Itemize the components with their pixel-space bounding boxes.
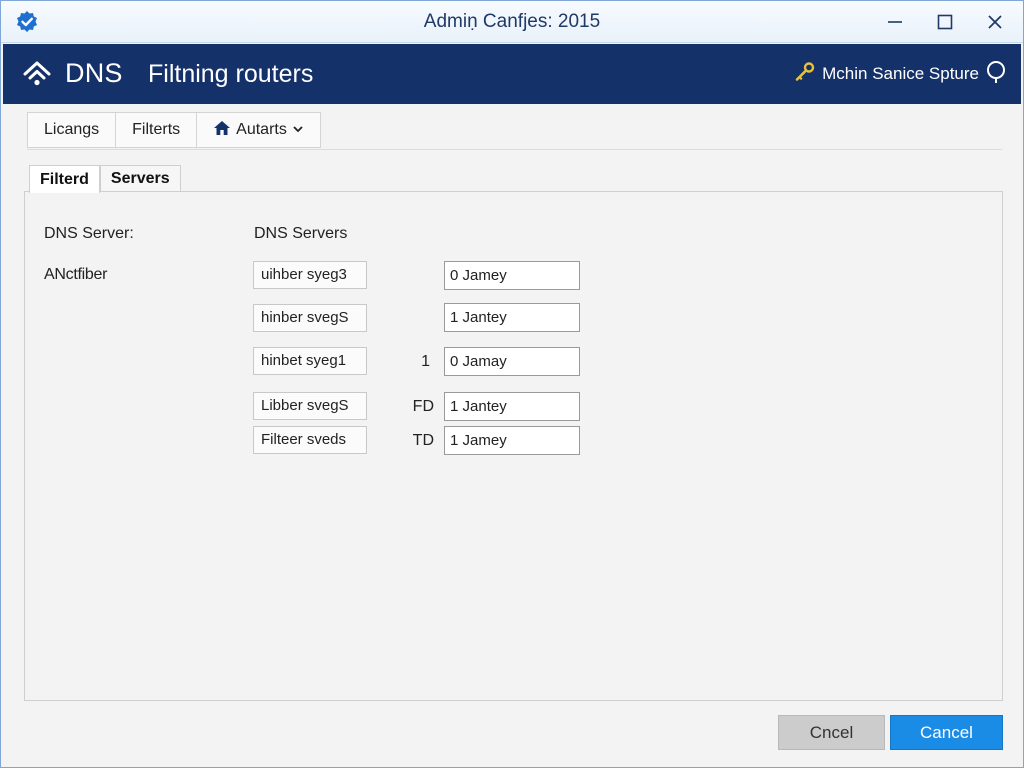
toolbar-item-label: Filterts: [132, 121, 181, 138]
app-header: DNS Filtning routers Mchin Sanice Spture: [3, 44, 1021, 104]
server-value-field[interactable]: [444, 347, 580, 376]
home-icon: [213, 120, 231, 141]
cancel-secondary-button[interactable]: Cncel: [778, 715, 885, 750]
app-name: DNS: [65, 58, 123, 88]
wifi-arrow-icon: [21, 59, 57, 89]
row-group-label: ANctfiber: [44, 266, 108, 283]
key-icon: [794, 61, 816, 88]
minimize-icon: [888, 21, 902, 23]
server-code: 1: [421, 353, 430, 370]
server-name-box: hinbet syeg1: [253, 347, 367, 375]
service-status-label: Mchin Sanice Spture: [822, 64, 979, 83]
close-icon: [988, 15, 1002, 29]
dns-servers-header: DNS Servers: [254, 225, 348, 242]
help-bubble-icon[interactable]: [985, 60, 1007, 89]
tab-bar: Filterd Servers: [29, 165, 181, 193]
server-value-field[interactable]: [444, 392, 580, 421]
toolbar: Licangs Filterts Autarts: [27, 112, 321, 148]
toolbar-item-label: Licangs: [44, 121, 100, 138]
server-name-box: hinber svegS: [253, 304, 367, 332]
tab-servers[interactable]: Servers: [99, 165, 181, 192]
close-button[interactable]: [975, 7, 1015, 37]
server-code: FD: [412, 398, 434, 415]
server-name-box: uihber syeg3: [253, 261, 367, 289]
server-name-box: Libber svegS: [253, 392, 367, 420]
chevron-down-icon: [292, 121, 304, 139]
toolbar-item-label: Autarts: [236, 121, 287, 138]
minimize-button[interactable]: [875, 7, 915, 37]
maximize-button[interactable]: [925, 7, 965, 37]
toolbar-item-autarts[interactable]: Autarts: [197, 113, 320, 147]
toolbar-divider: [27, 149, 1002, 150]
page-title: Filtning routers: [148, 60, 314, 88]
toolbar-item-filterts[interactable]: Filterts: [116, 113, 198, 147]
server-value-field[interactable]: [444, 303, 580, 332]
dns-filter-window: Admiṇ Canfjes: 2015 DNS Filtning routers: [0, 0, 1024, 768]
title-bar[interactable]: Admiṇ Canfjes: 2015: [1, 1, 1023, 43]
service-status[interactable]: Mchin Sanice Spture: [794, 60, 1007, 88]
tab-filterd[interactable]: Filterd: [29, 165, 100, 193]
toolbar-item-licangs[interactable]: Licangs: [28, 113, 117, 147]
window-title: Admiṇ Canfjes: 2015: [423, 11, 601, 32]
server-code: TD: [412, 432, 434, 449]
dns-server-label: DNS Server:: [44, 225, 134, 242]
server-value-field[interactable]: [444, 261, 580, 290]
server-name-box: Filteer sveds: [253, 426, 367, 454]
server-value-field[interactable]: [444, 426, 580, 455]
maximize-icon: [937, 14, 953, 30]
cancel-button[interactable]: Cancel: [890, 715, 1003, 750]
